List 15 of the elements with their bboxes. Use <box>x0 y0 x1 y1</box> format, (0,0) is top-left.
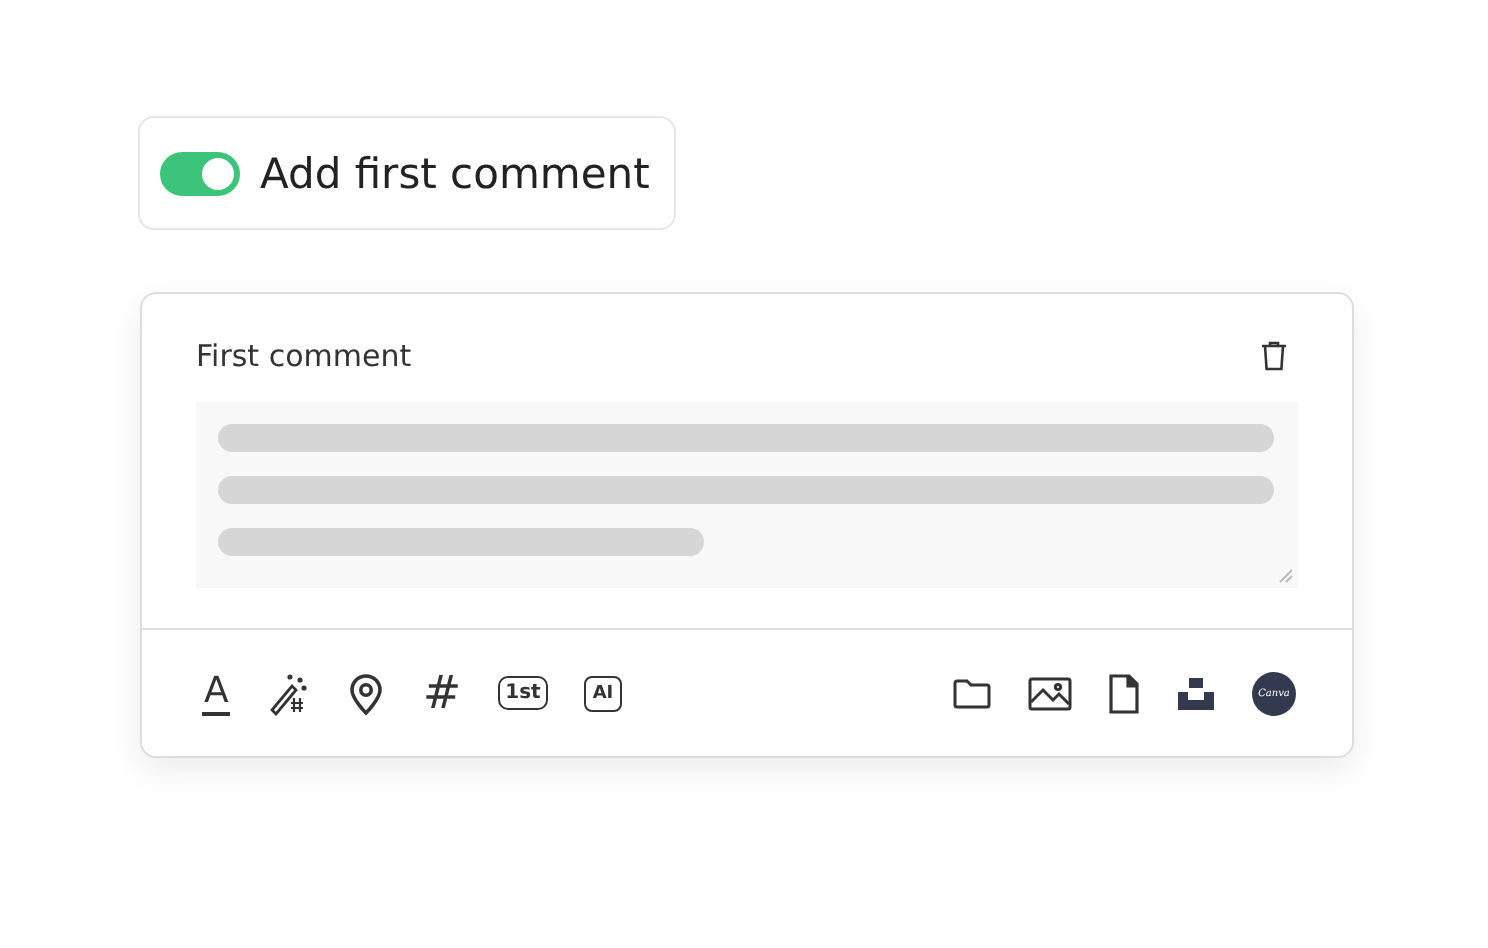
document-icon[interactable] <box>1108 673 1140 713</box>
trash-icon[interactable] <box>1260 340 1288 372</box>
ai-button[interactable]: AI <box>584 675 622 711</box>
comment-title: First comment <box>196 338 412 374</box>
toggle-switch[interactable] <box>160 151 240 195</box>
hashtag-button[interactable]: # <box>422 667 462 719</box>
image-icon[interactable] <box>1028 675 1072 711</box>
stack-icon[interactable] <box>1176 675 1216 711</box>
first-comment-button[interactable]: 1st <box>497 676 549 710</box>
location-pin-icon[interactable] <box>346 671 387 715</box>
magic-wand-icon[interactable] <box>266 671 311 715</box>
resize-handle-icon[interactable] <box>1278 568 1294 584</box>
toggle-label: Add first comment <box>260 149 650 197</box>
text-format-button[interactable]: A <box>202 671 231 715</box>
folder-icon[interactable] <box>952 675 992 711</box>
